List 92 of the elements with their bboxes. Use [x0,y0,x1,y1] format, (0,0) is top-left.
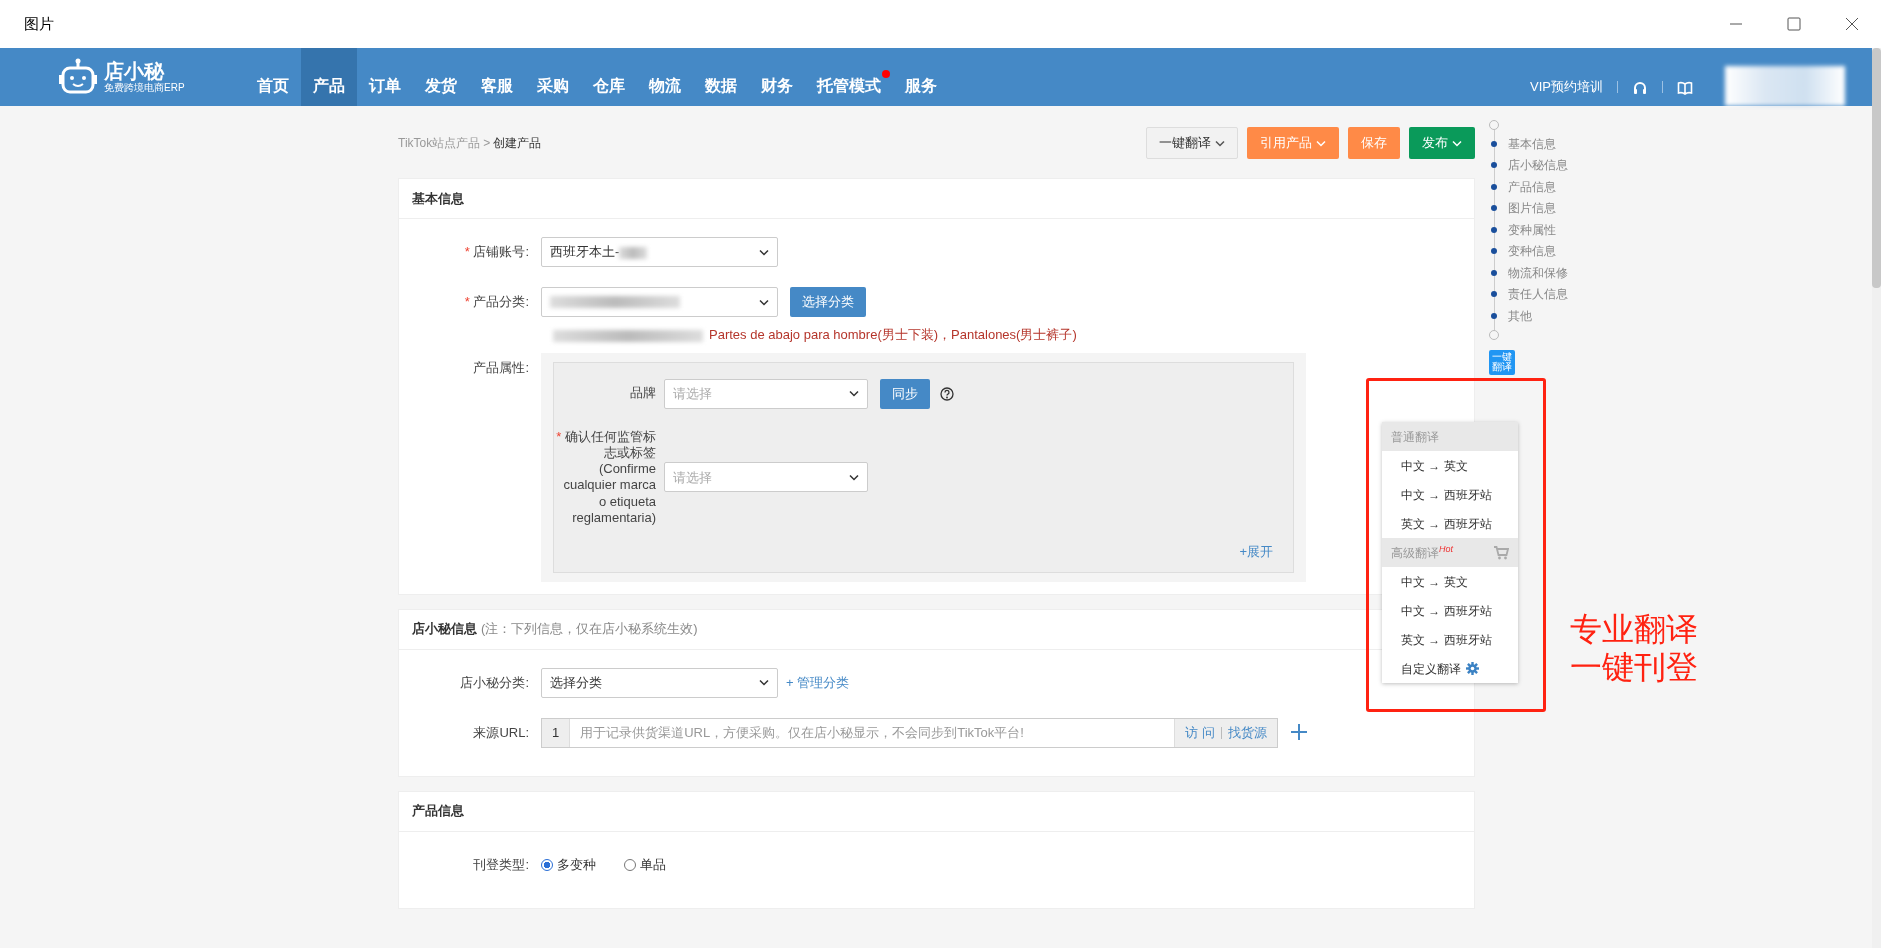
section-note: (注：下列信息，仅在店小秘系统生效) [481,620,698,639]
section-nav-item[interactable]: 变种信息 [1489,240,1609,262]
nav-tab[interactable]: 财务 [749,48,805,106]
caret-icon [849,473,859,481]
section-nav-item[interactable]: 变种属性 [1489,219,1609,241]
nav-tab[interactable]: 托管模式 [805,48,893,106]
window-title: 图片 [24,13,54,34]
section-title: 店小秘信息 [412,620,477,639]
translate-button[interactable]: 一键翻译 [1489,349,1515,375]
menu-item[interactable]: 中文 → 英文 [1382,567,1518,596]
menu-item[interactable]: 英文 → 西班牙站 [1382,625,1518,654]
shop-select[interactable]: 西班牙本土- [541,237,778,267]
field-label: * 店铺账号: [463,243,530,261]
field-label: * 产品分类: [463,293,530,311]
section-title: 基本信息 [412,189,464,208]
close-icon [1845,17,1859,31]
nav-tab[interactable]: 服务 [893,48,949,106]
maximize-icon [1787,17,1801,31]
expand-link[interactable]: +展开 [1239,542,1273,562]
field-label: 产品属性: [472,358,530,377]
settings-icon [1466,662,1479,675]
manage-category-link[interactable]: + 管理分类 [786,667,850,698]
dxm-category-select[interactable]: 选择分类 [541,667,778,698]
headset-icon[interactable] [1632,80,1648,96]
menu-item[interactable]: 自定义翻译 [1382,654,1518,683]
choose-category-button[interactable]: 选择分类 [790,287,866,317]
nav-tab[interactable]: 发货 [413,48,469,106]
field-label: 品牌 [629,385,657,402]
nav-tab[interactable]: 采购 [525,48,581,106]
nav-tab[interactable]: 物流 [637,48,693,106]
logo-tagline: 免费跨境电商ERP [104,82,185,94]
caret-icon [1215,139,1225,147]
field-label: * 确认任何监管标志或标签(Confirme cualquier marca o etiqueta reglamentaria) [555,428,657,526]
field-label: 店小秘分类: [459,673,530,692]
logo-text: 店小秘 [104,60,166,82]
section-title: 产品信息 [412,802,464,821]
annotation-text: 专业翻译 [1570,610,1698,649]
timeline-node-icon [1489,120,1499,130]
breadcrumb-link[interactable]: TikTok站点产品 [398,136,481,150]
caret-icon [759,298,769,306]
sync-button[interactable]: 同步 [880,378,930,409]
attribute-select[interactable]: 请选择 [664,378,868,409]
annotation-text: 一键刊登 [1570,648,1698,687]
cart-icon[interactable] [1493,545,1509,560]
radio-option[interactable]: 单品 [624,849,666,880]
blurred-avatar[interactable] [1725,66,1845,106]
section-nav-item[interactable]: 基本信息 [1489,133,1609,155]
menu-item[interactable]: 中文 → 英文 [1382,451,1518,480]
timeline-node-icon [1489,329,1499,340]
menu-group-header: 高级翻译$^{Hot}$ [1391,543,1453,562]
action-button[interactable]: 保存 [1348,127,1400,159]
menu-group-header: 普通翻译 [1391,428,1439,446]
section-nav-item[interactable]: 责任人信息 [1489,283,1609,305]
action-button[interactable]: 一键翻译 [1146,127,1238,159]
caret-icon [849,390,859,397]
section-nav-item[interactable]: 物流和保修 [1489,262,1609,284]
section-nav-item[interactable]: 其他 [1489,305,1609,327]
caret-icon [759,679,769,686]
url-index: 1 [542,718,570,747]
nav-tab[interactable]: 数据 [693,48,749,106]
nav-tab[interactable]: 仓库 [581,48,637,106]
menu-item[interactable]: 中文 → 西班牙站 [1382,480,1518,509]
section-nav-item[interactable]: 产品信息 [1489,176,1609,198]
attribute-select[interactable]: 请选择 [664,462,868,493]
action-button[interactable]: 发布 [1409,127,1475,159]
vip-training-link[interactable]: VIP预约培训 [1530,76,1603,96]
scrollbar[interactable] [1872,48,1881,948]
source-url-field[interactable]: 1 用于记录供货渠道URL，方便采购。仅在店小秘显示，不会同步到TikTok平台! 访 问 找货源 [541,717,1278,748]
category-select[interactable] [541,287,778,317]
breadcrumb-current: 创建产品 [493,136,542,150]
caret-icon [759,248,769,256]
category-path: Partes de abajo para hombre(男士下装)，Pantalones(男士裤子) [709,327,1077,342]
nav-tab[interactable]: 客服 [469,48,525,106]
book-icon[interactable] [1677,80,1693,96]
field-label: 来源URL: [472,723,530,742]
field-label: 刊登类型: [472,855,530,874]
section-nav-item[interactable]: 图片信息 [1489,197,1609,219]
visit-link[interactable]: 访 问 [1185,722,1215,743]
nav-tab[interactable]: 产品 [301,48,357,106]
caret-icon [1452,139,1462,147]
add-icon[interactable] [1290,722,1308,741]
radio-option[interactable]: 多变种 [541,849,596,880]
find-source-link[interactable]: 找货源 [1228,722,1267,743]
menu-item[interactable]: 英文 → 西班牙站 [1382,509,1518,538]
breadcrumb-separator: > [483,136,491,150]
nav-tab[interactable]: 首页 [245,48,301,106]
nav-tab[interactable]: 订单 [357,48,413,106]
action-button[interactable]: 引用产品 [1247,127,1339,159]
menu-item[interactable]: 中文 → 西班牙站 [1382,596,1518,625]
robot-logo-icon [58,58,98,96]
section-nav-item[interactable]: 店小秘信息 [1489,154,1609,176]
caret-icon [1316,139,1326,147]
